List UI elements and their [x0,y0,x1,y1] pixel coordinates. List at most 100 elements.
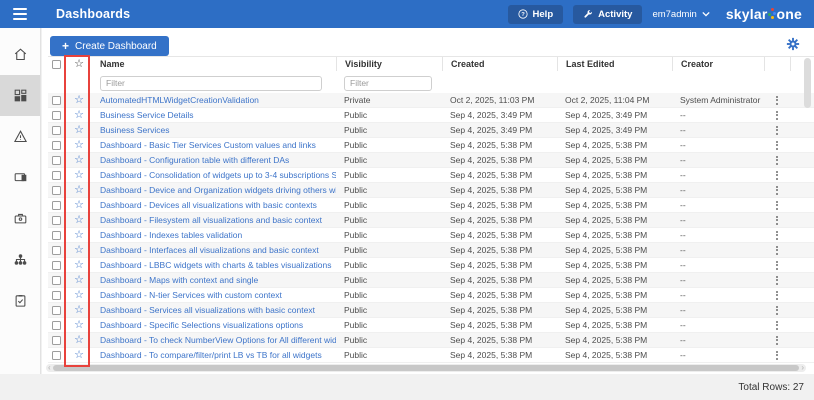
favorite-star-icon[interactable]: ☆ [66,125,92,136]
row-checkbox[interactable] [52,96,61,105]
row-checkbox[interactable] [52,291,61,300]
sidebar-item-devices[interactable] [0,157,40,198]
row-actions-kebab-icon[interactable] [764,289,790,301]
gear-icon[interactable] [786,37,800,51]
sidebar-item-home[interactable] [0,34,40,75]
dashboard-name-link[interactable]: Dashboard - Specific Selections visualiz… [100,320,303,330]
row-checkbox[interactable] [52,126,61,135]
favorite-column-header-star-icon[interactable]: ☆ [66,59,92,70]
row-actions-kebab-icon[interactable] [764,229,790,241]
row-checkbox[interactable] [52,171,61,180]
row-actions-kebab-icon[interactable] [764,94,790,106]
horizontal-scrollbar[interactable]: ‹ › [46,364,806,372]
row-actions-kebab-icon[interactable] [764,319,790,331]
row-checkbox[interactable] [52,276,61,285]
row-checkbox[interactable] [52,261,61,270]
row-checkbox[interactable] [52,246,61,255]
sidebar-item-maps[interactable] [0,239,40,280]
dashboard-name-link[interactable]: Business Services [100,125,169,135]
row-actions-kebab-icon[interactable] [764,199,790,211]
sidebar-item-dashboards[interactable] [0,75,40,116]
dashboard-name-link[interactable]: Dashboard - To compare/filter/print LB v… [100,350,322,360]
dashboard-name-link[interactable]: Dashboard - N-tier Services with custom … [100,290,282,300]
dashboard-name-link[interactable]: Dashboard - Basic Tier Services Custom v… [100,140,316,150]
create-dashboard-button[interactable]: + Create Dashboard [50,36,169,56]
activity-button[interactable]: Activity [573,5,642,24]
favorite-star-icon[interactable]: ☆ [66,305,92,316]
row-checkbox[interactable] [52,351,61,360]
hamburger-menu-icon[interactable] [0,8,40,20]
sidebar-item-automation[interactable] [0,280,40,321]
row-checkbox[interactable] [52,141,61,150]
scroll-right-icon[interactable]: › [799,364,806,372]
row-actions-kebab-icon[interactable] [764,154,790,166]
favorite-star-icon[interactable]: ☆ [66,110,92,121]
column-header-name[interactable]: Name [92,57,336,71]
favorite-star-icon[interactable]: ☆ [66,320,92,331]
row-checkbox[interactable] [52,216,61,225]
column-header-created[interactable]: Created [442,57,557,71]
row-checkbox[interactable] [52,156,61,165]
favorite-star-icon[interactable]: ☆ [66,200,92,211]
favorite-star-icon[interactable]: ☆ [66,335,92,346]
dashboard-name-link[interactable]: Dashboard - Maps with context and single [100,275,258,285]
dashboard-name-link[interactable]: Dashboard - Device and Organization widg… [100,185,336,195]
row-checkbox[interactable] [52,231,61,240]
row-checkbox[interactable] [52,111,61,120]
table-row: ☆Business Service DetailsPublicSep 4, 20… [48,108,814,123]
favorite-star-icon[interactable]: ☆ [66,350,92,361]
user-menu[interactable]: em7admin [652,9,709,20]
dashboard-name-link[interactable]: Dashboard - Services all visualizations … [100,305,315,315]
favorite-star-icon[interactable]: ☆ [66,170,92,181]
favorite-star-icon[interactable]: ☆ [66,230,92,241]
row-checkbox[interactable] [52,201,61,210]
favorite-star-icon[interactable]: ☆ [66,260,92,271]
row-actions-kebab-icon[interactable] [764,184,790,196]
dashboard-name-link[interactable]: Dashboard - Filesystem all visualization… [100,215,322,225]
vertical-scrollbar[interactable] [804,58,811,334]
favorite-star-icon[interactable]: ☆ [66,155,92,166]
help-button[interactable]: ? Help [508,5,564,24]
favorite-star-icon[interactable]: ☆ [66,275,92,286]
row-actions-kebab-icon[interactable] [764,169,790,181]
row-actions-kebab-icon[interactable] [764,259,790,271]
row-actions-kebab-icon[interactable] [764,349,790,361]
favorite-star-icon[interactable]: ☆ [66,185,92,196]
select-all-checkbox[interactable] [52,60,61,69]
favorite-star-icon[interactable]: ☆ [66,215,92,226]
dashboard-name-link[interactable]: Dashboard - Indexes tables validation [100,230,242,240]
favorite-star-icon[interactable]: ☆ [66,140,92,151]
scroll-left-icon[interactable]: ‹ [46,364,53,372]
dashboard-name-link[interactable]: Dashboard - To check NumberView Options … [100,335,336,345]
row-actions-kebab-icon[interactable] [764,304,790,316]
row-actions-kebab-icon[interactable] [764,334,790,346]
visibility-filter-input[interactable] [344,76,432,91]
dashboard-name-link[interactable]: Dashboard - Configuration table with dif… [100,155,289,165]
row-checkbox[interactable] [52,336,61,345]
dashboard-name-link[interactable]: Business Service Details [100,110,194,120]
column-header-visibility[interactable]: Visibility [336,57,442,71]
sidebar-item-events[interactable] [0,116,40,157]
row-actions-kebab-icon[interactable] [764,274,790,286]
favorite-star-icon[interactable]: ☆ [66,290,92,301]
row-actions-kebab-icon[interactable] [764,124,790,136]
dashboard-name-link[interactable]: AutomatedHTMLWidgetCreationValidation [100,95,259,105]
column-header-creator[interactable]: Creator [672,57,764,71]
row-checkbox[interactable] [52,321,61,330]
dashboard-name-link[interactable]: Dashboard - LBBC widgets with charts & t… [100,260,332,270]
dashboard-name-link[interactable]: Dashboard - Consolidation of widgets up … [100,170,336,180]
row-checkbox[interactable] [52,306,61,315]
sidebar-item-business-services[interactable] [0,198,40,239]
name-filter-input[interactable] [100,76,322,91]
favorite-star-icon[interactable]: ☆ [66,245,92,256]
row-actions-kebab-icon[interactable] [764,109,790,121]
row-actions-kebab-icon[interactable] [764,139,790,151]
row-actions-kebab-icon[interactable] [764,244,790,256]
dashboard-name-link[interactable]: Dashboard - Devices all visualizations w… [100,200,317,210]
dashboard-name-link[interactable]: Dashboard - Interfaces all visualization… [100,245,319,255]
horizontal-scrollbar-thumb[interactable] [53,365,800,371]
row-checkbox[interactable] [52,186,61,195]
favorite-star-icon[interactable]: ☆ [66,95,92,106]
column-header-last-edited[interactable]: Last Edited [557,57,672,71]
row-actions-kebab-icon[interactable] [764,214,790,226]
